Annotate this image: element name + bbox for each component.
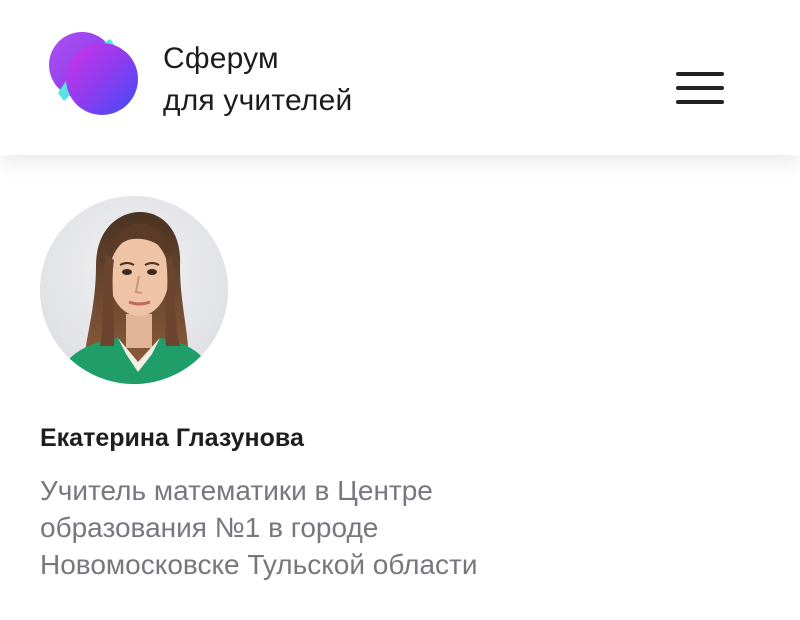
teacher-avatar [40,196,228,384]
brand-title-line2: для учителей [163,84,353,117]
app-header: Сферум для учителей [0,0,800,155]
hamburger-menu-button[interactable] [666,62,732,114]
teacher-photo [40,196,228,384]
hamburger-menu-icon [676,72,724,76]
page: Сферум для учителей Екатерина Глазунова … [0,0,800,620]
sferum-logo-icon[interactable] [48,29,140,121]
brand-title[interactable]: Сферум для учителей [163,38,352,122]
brand-title-line1: Сферум [163,42,279,75]
teacher-description: Учитель математики в Центре образования … [40,472,600,583]
description-line: образования №1 в городе [40,512,379,543]
description-line: Новомосковске Тульской области [40,549,478,580]
teacher-name: Екатерина Глазунова [40,424,304,452]
description-line: Учитель математики в Центре [40,475,433,506]
